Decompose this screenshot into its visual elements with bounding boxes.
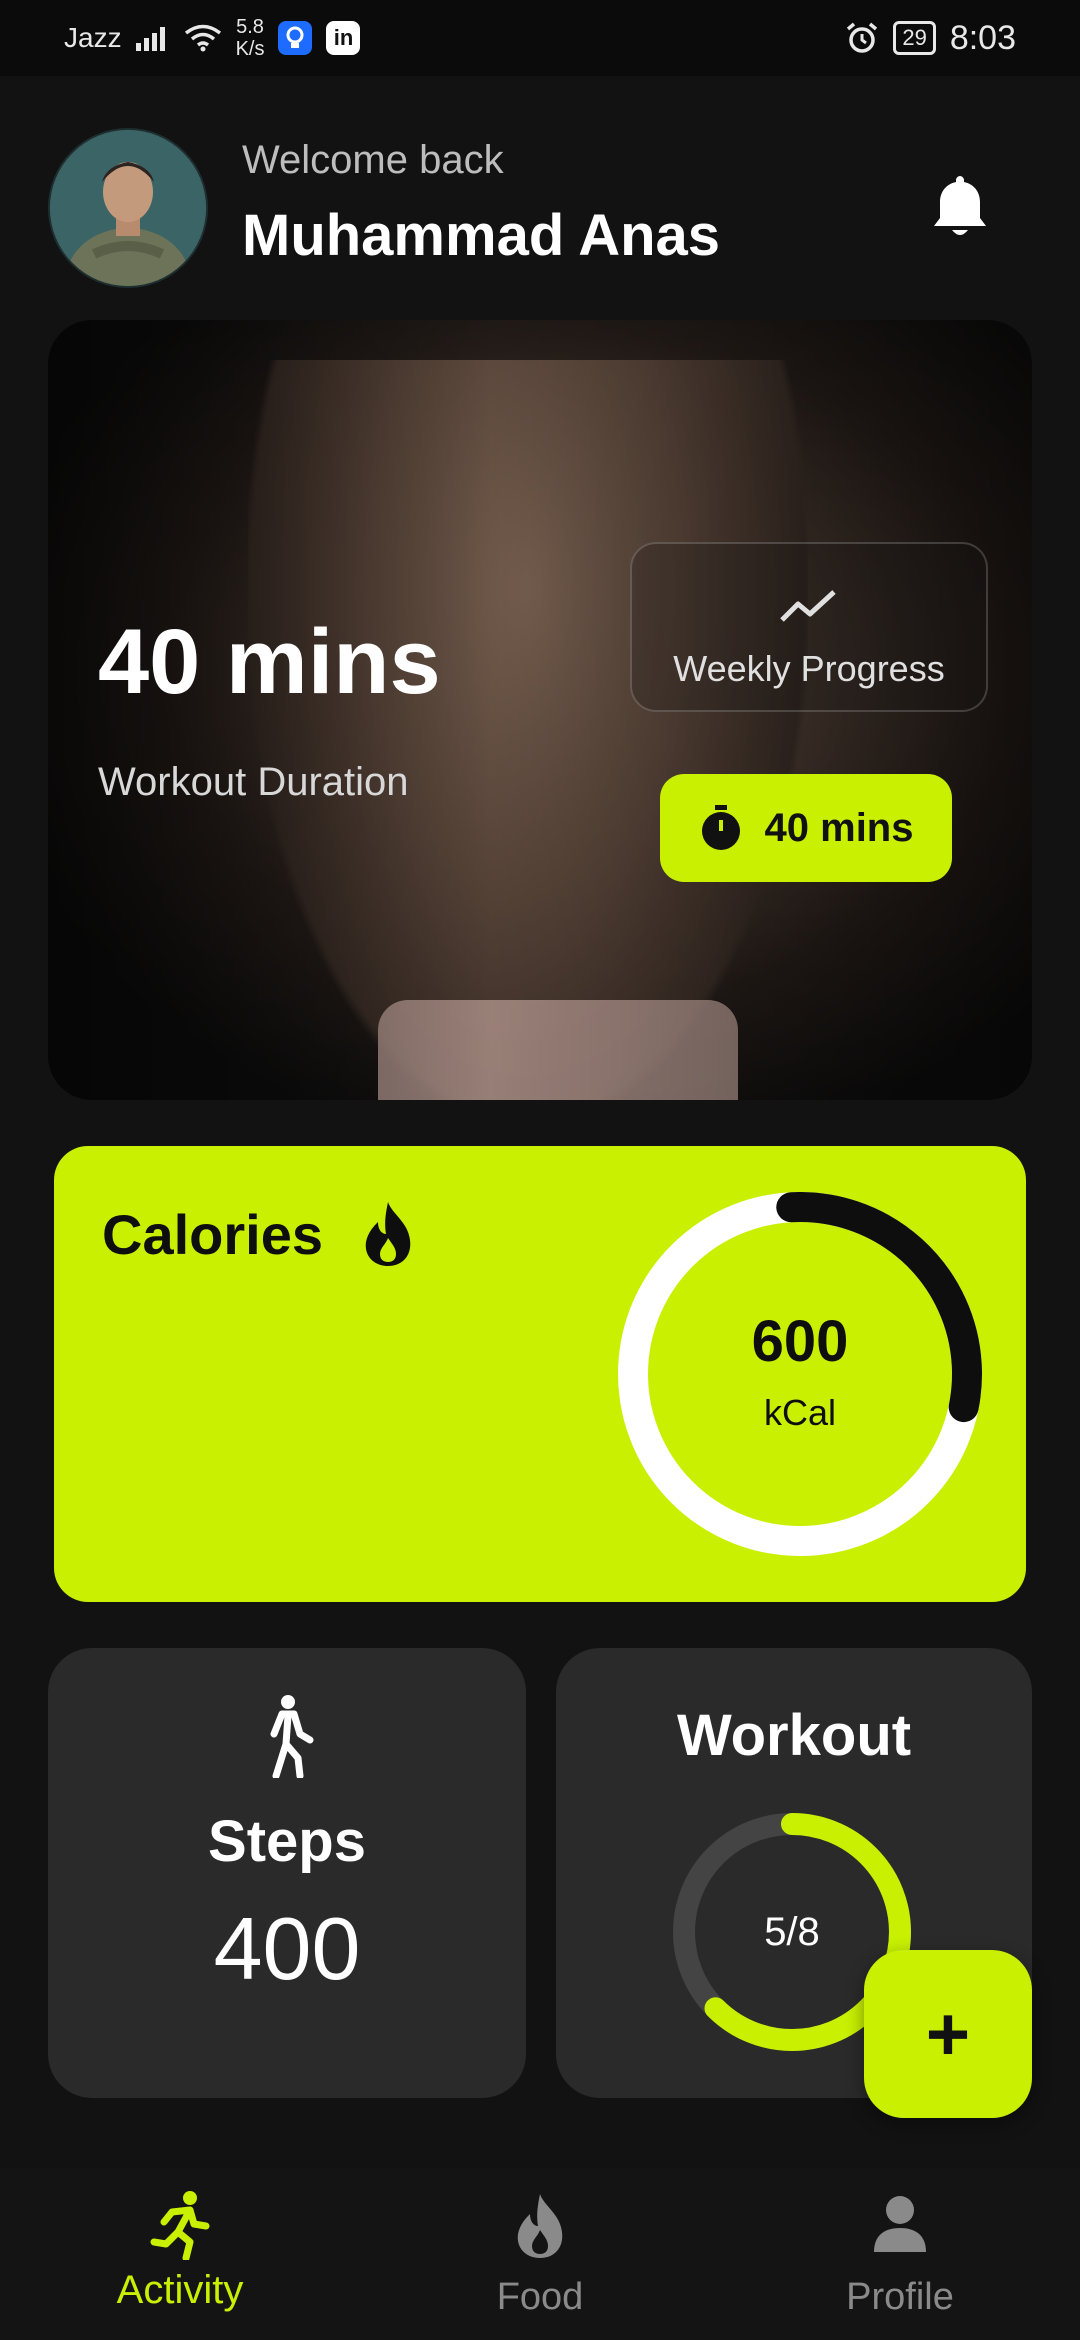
calories-card[interactable]: Calories 600 kCal bbox=[54, 1146, 1026, 1602]
workout-hero-card[interactable]: 40 mins Workout Duration Weekly Progress… bbox=[48, 320, 1032, 1100]
steps-card[interactable]: Steps 400 bbox=[48, 1648, 526, 2098]
welcome-text: Welcome back bbox=[242, 138, 504, 182]
battery-icon: 29 bbox=[893, 21, 936, 55]
calories-value: 600 bbox=[751, 1309, 849, 1374]
avatar[interactable] bbox=[48, 128, 208, 288]
network-speed: 5.8 K/s bbox=[236, 16, 265, 60]
nav-item-profile[interactable]: Profile bbox=[720, 2168, 1080, 2340]
user-name: Muhammad Anas bbox=[242, 203, 721, 268]
add-fab-button[interactable]: + bbox=[864, 1950, 1032, 2118]
network-speed-value: 5.8 bbox=[236, 16, 264, 38]
avatar-portrait bbox=[50, 130, 206, 286]
network-speed-unit: K/s bbox=[235, 38, 265, 60]
workout-duration-label: Workout Duration bbox=[98, 760, 409, 804]
stopwatch-icon bbox=[701, 805, 740, 850]
nav-label-food: Food bbox=[496, 2276, 584, 2318]
clock-time: 8:03 bbox=[949, 18, 1016, 57]
workout-progress-text: 5/8 bbox=[764, 1910, 820, 1954]
weekly-progress-label: Weekly Progress bbox=[673, 648, 945, 689]
walking-icon bbox=[270, 1695, 314, 1778]
workout-title: Workout bbox=[676, 1703, 912, 1768]
timer-label: 40 mins bbox=[764, 805, 914, 850]
status-bar-right: 29 8:03 bbox=[845, 19, 1016, 58]
nav-label-profile: Profile bbox=[846, 2276, 954, 2318]
flame-icon bbox=[517, 2194, 563, 2258]
activity-screen: Jazz 5.8 K/s in 29 8:03 Welcome back Muh… bbox=[0, 0, 1080, 2340]
nav-item-activity[interactable]: Activity bbox=[0, 2168, 360, 2340]
calories-unit: kCal bbox=[763, 1392, 837, 1433]
header: Welcome back Muhammad Anas bbox=[48, 128, 1032, 288]
plus-icon: + bbox=[925, 1991, 971, 2077]
nav-label-activity: Activity bbox=[116, 2268, 244, 2312]
wifi-icon bbox=[184, 24, 221, 52]
linkedin-icon: in bbox=[326, 21, 361, 55]
nav-item-food[interactable]: Food bbox=[360, 2168, 720, 2340]
person-icon bbox=[874, 2196, 926, 2252]
steps-value: 400 bbox=[213, 1899, 361, 1998]
flame-icon bbox=[365, 1202, 411, 1266]
weekly-progress-button[interactable]: Weekly Progress bbox=[630, 542, 988, 712]
running-icon bbox=[150, 2191, 210, 2260]
timer-pill[interactable]: 40 mins bbox=[660, 774, 952, 882]
notification-bell-icon[interactable] bbox=[928, 172, 992, 242]
signal-icon bbox=[135, 27, 165, 51]
alarm-icon bbox=[847, 22, 878, 53]
carrier-label: Jazz bbox=[64, 22, 122, 53]
workout-duration-value: 40 mins bbox=[98, 611, 441, 713]
bottom-navigation: Activity Food Profile bbox=[0, 2168, 1080, 2340]
trending-up-icon bbox=[780, 590, 836, 622]
calories-title: Calories bbox=[102, 1203, 323, 1266]
bulb-app-icon bbox=[278, 21, 313, 55]
status-bar-left: Jazz 5.8 K/s in bbox=[64, 16, 361, 60]
status-bar: Jazz 5.8 K/s in 29 8:03 bbox=[0, 0, 1080, 76]
steps-title: Steps bbox=[208, 1809, 366, 1874]
